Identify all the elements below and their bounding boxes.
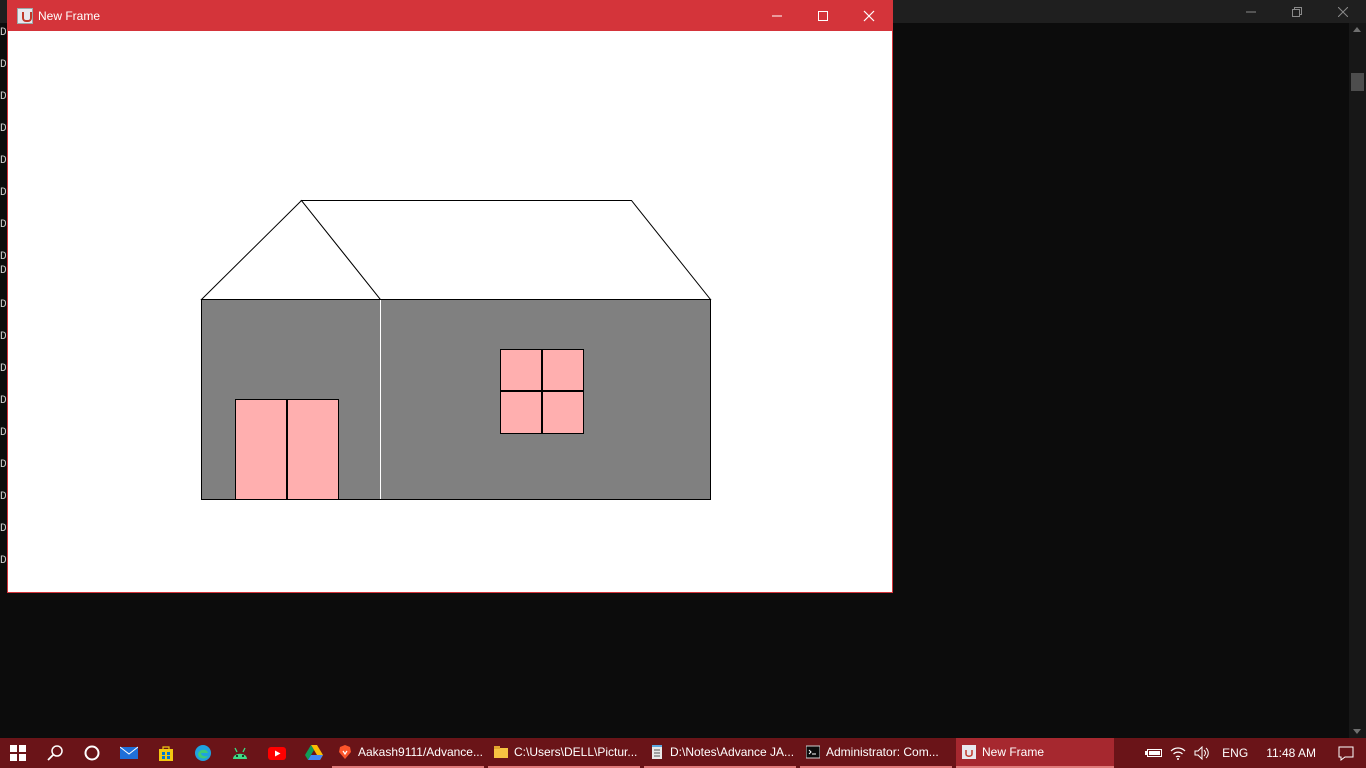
taskbar-app-brave[interactable]: Aakash9111/Advance... — [332, 738, 484, 768]
cmd-icon — [806, 745, 820, 759]
system-tray: ENG 11:48 AM — [1142, 738, 1366, 768]
network-button[interactable] — [1166, 746, 1190, 760]
taskbar-app-new-frame[interactable]: New Frame — [956, 738, 1114, 768]
frame-minimize-button[interactable] — [754, 0, 800, 31]
taskbar-app-label: Aakash9111/Advance... — [358, 745, 483, 759]
search-button[interactable] — [36, 738, 73, 768]
mail-button[interactable] — [110, 738, 147, 768]
wifi-icon — [1170, 747, 1186, 760]
battery-icon — [1145, 749, 1163, 757]
scroll-down-arrow-icon[interactable] — [1353, 729, 1361, 734]
taskbar-app-notepad[interactable]: D:\Notes\Advance JA... — [644, 738, 796, 768]
frame-window-controls — [754, 0, 892, 31]
drawing-canvas — [8, 31, 892, 592]
search-icon — [46, 745, 63, 761]
door-left-panel — [235, 399, 287, 500]
window-pane-bottom-left — [500, 391, 542, 434]
taskbar-app-label: C:\Users\DELL\Pictur... — [514, 745, 638, 759]
taskbar-app-explorer[interactable]: C:\Users\DELL\Pictur... — [488, 738, 640, 768]
console-scrollbar[interactable] — [1349, 23, 1366, 738]
action-center-button[interactable] — [1326, 746, 1366, 761]
restore-icon — [1292, 6, 1302, 17]
notification-icon — [1338, 746, 1354, 761]
youtube-button[interactable] — [258, 738, 295, 768]
google-drive-icon — [304, 745, 323, 760]
volume-button[interactable] — [1190, 746, 1214, 760]
frame-title: New Frame — [38, 8, 101, 23]
frame-maximize-button[interactable] — [800, 0, 846, 31]
edge-button[interactable] — [184, 738, 221, 768]
volume-icon — [1194, 746, 1209, 760]
android-studio-button[interactable] — [221, 738, 258, 768]
taskbar-app-cmd[interactable]: Administrator: Com... — [800, 738, 952, 768]
scrollbar-thumb[interactable] — [1351, 73, 1364, 91]
brave-browser-icon — [339, 745, 351, 759]
console-window-controls — [1228, 0, 1366, 23]
taskbar-app-label: New Frame — [982, 745, 1045, 759]
taskbar-app-label: D:\Notes\Advance JA... — [670, 745, 795, 759]
new-frame-window: New Frame — [7, 0, 893, 593]
close-icon — [863, 10, 875, 21]
battery-button[interactable] — [1142, 748, 1166, 758]
store-button[interactable] — [147, 738, 184, 768]
taskbar: Aakash9111/Advance... C:\Users\DELL\Pict… — [0, 738, 1366, 768]
frame-titlebar[interactable]: New Frame — [8, 0, 892, 31]
minimize-icon — [1246, 11, 1256, 12]
frame-close-button[interactable] — [846, 0, 892, 31]
console-restore-button[interactable] — [1274, 0, 1320, 23]
taskbar-clock[interactable]: 11:48 AM — [1256, 746, 1326, 760]
console-minimize-button[interactable] — [1228, 0, 1274, 23]
youtube-icon — [267, 746, 286, 760]
java-icon — [17, 7, 33, 24]
window-pane-top-right — [542, 349, 584, 391]
store-icon — [158, 746, 173, 761]
close-icon — [1338, 6, 1348, 17]
folder-icon — [494, 746, 508, 758]
java-icon — [962, 745, 976, 759]
google-drive-button[interactable] — [295, 738, 332, 768]
mail-icon — [119, 746, 138, 759]
house-drawing — [200, 199, 712, 500]
start-button[interactable] — [0, 738, 36, 768]
taskbar-app-label: Administrator: Com... — [826, 745, 939, 759]
edge-icon — [194, 745, 211, 761]
door-right-panel — [287, 399, 339, 500]
cortana-button[interactable] — [73, 738, 110, 768]
maximize-icon — [818, 10, 828, 21]
scroll-up-arrow-icon[interactable] — [1353, 27, 1361, 32]
window-pane-top-left — [500, 349, 542, 391]
input-language[interactable]: ENG — [1214, 746, 1256, 760]
windows-start-icon — [10, 745, 26, 761]
notepad-icon — [652, 745, 662, 759]
android-studio-icon — [232, 747, 247, 759]
minimize-icon — [772, 15, 782, 16]
console-close-button[interactable] — [1320, 0, 1366, 23]
cortana-icon — [84, 745, 99, 761]
window-pane-bottom-right — [542, 391, 584, 434]
